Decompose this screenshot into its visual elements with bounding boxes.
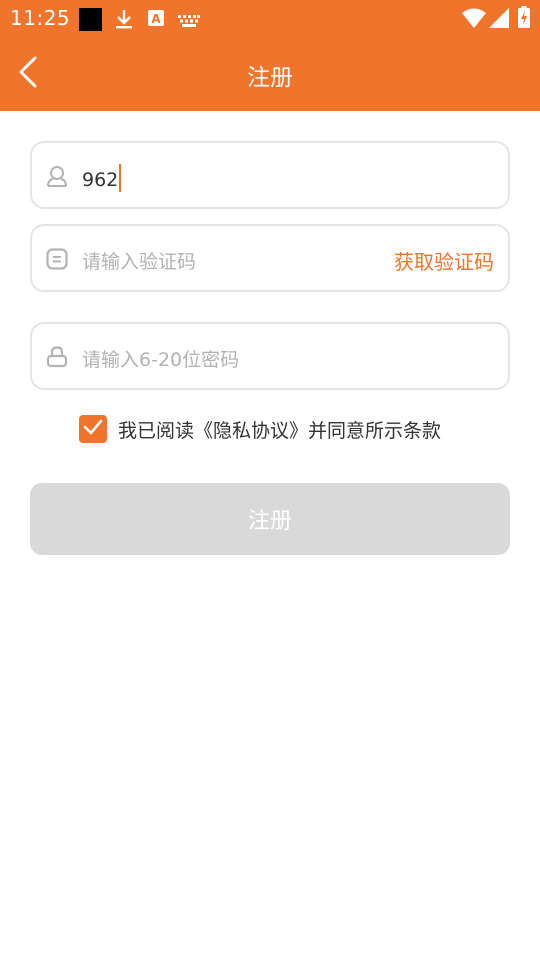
phone-input[interactable]: 962 (82, 164, 122, 192)
status-time: 11:25 (10, 6, 71, 30)
lock-icon (46, 346, 68, 368)
phone-field[interactable]: 962 (30, 141, 510, 209)
checkmark-icon (83, 419, 103, 439)
verification-code-field[interactable]: 请输入验证码 获取验证码 (30, 224, 510, 292)
text-cursor (119, 164, 122, 192)
password-input[interactable]: 请输入6-20位密码 (82, 345, 239, 372)
agreement-row: 我已阅读《隐私协议》并同意所示条款 (79, 415, 441, 443)
signal-icon (489, 8, 509, 32)
svg-text:A: A (151, 12, 161, 26)
page-title: 注册 (247, 65, 293, 91)
black-square-icon (79, 8, 102, 35)
message-icon (46, 248, 68, 270)
app-bar: 注册 (0, 38, 540, 111)
wifi-icon (462, 8, 486, 32)
keyboard-icon (178, 12, 200, 31)
battery-charging-icon (518, 6, 530, 32)
verification-code-input[interactable]: 请输入验证码 (82, 247, 196, 274)
phone-value: 962 (82, 169, 119, 191)
a-box-icon: A (148, 10, 164, 30)
user-icon (46, 165, 68, 187)
agreement-text[interactable]: 我已阅读《隐私协议》并同意所示条款 (118, 416, 441, 443)
get-code-button[interactable]: 获取验证码 (394, 246, 494, 275)
password-field[interactable]: 请输入6-20位密码 (30, 322, 510, 390)
register-button[interactable]: 注册 (30, 483, 510, 555)
agreement-checkbox[interactable] (79, 415, 107, 443)
status-bar: 11:25 A (0, 0, 540, 38)
download-icon (115, 9, 133, 33)
